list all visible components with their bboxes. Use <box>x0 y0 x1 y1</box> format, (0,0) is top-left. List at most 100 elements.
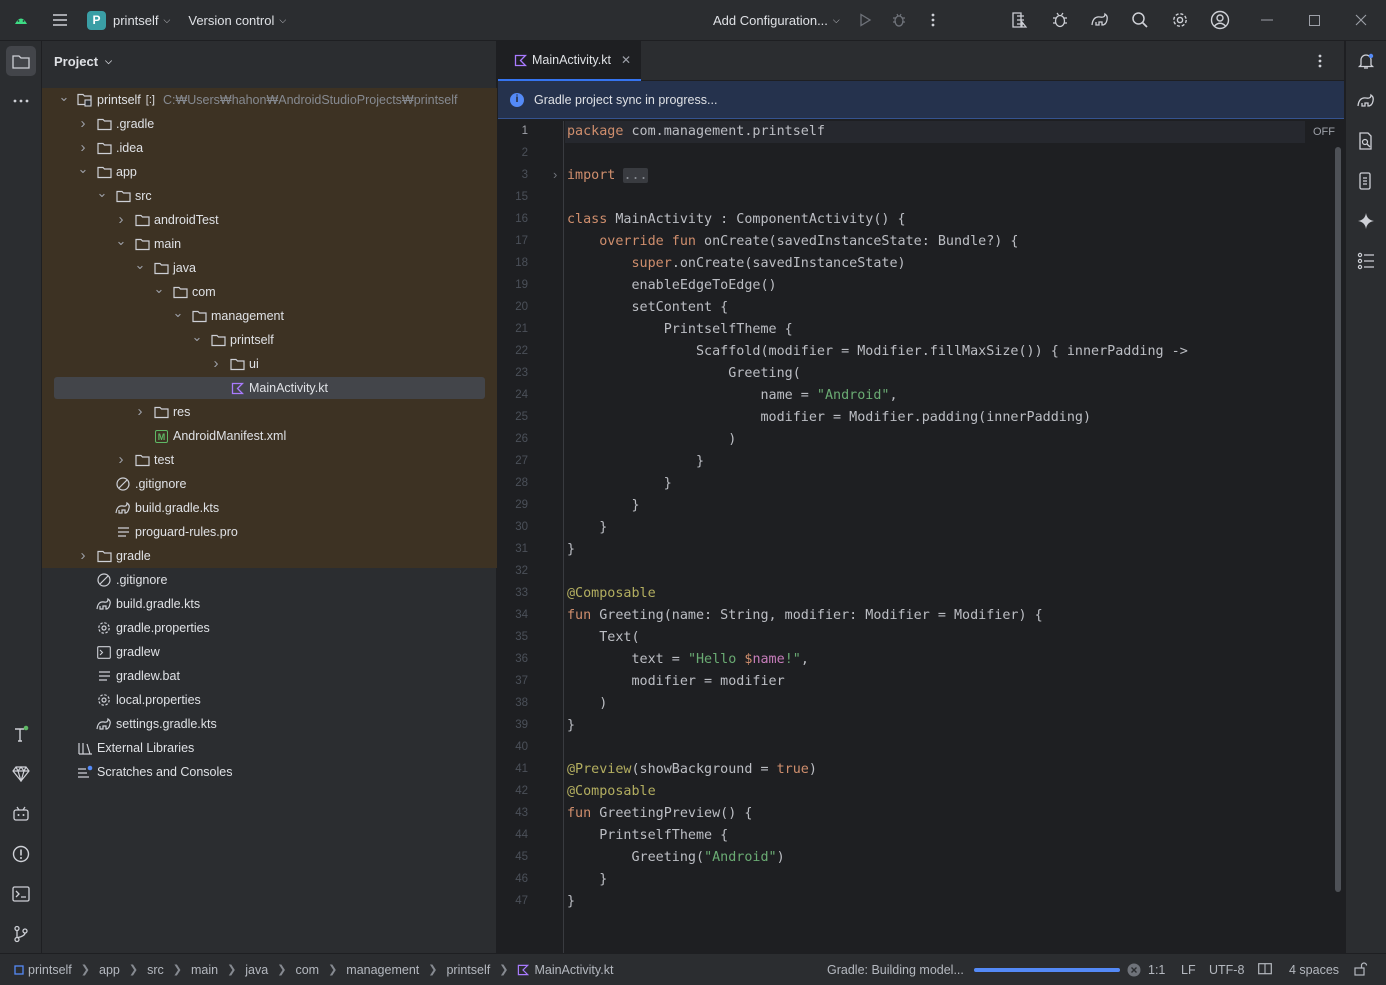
project-view-selector[interactable]: Project ⌵ <box>42 41 496 82</box>
chevron-right-icon[interactable]: › <box>132 403 148 420</box>
maximize-window-icon[interactable] <box>1300 6 1328 34</box>
running-devices-icon[interactable] <box>1351 166 1381 196</box>
tree-item[interactable]: › res <box>42 400 497 424</box>
chevron-right-icon[interactable]: › <box>75 139 91 156</box>
tree-item[interactable]: ⌄ app <box>42 160 497 184</box>
build-variants-icon[interactable] <box>6 719 36 749</box>
account-icon[interactable] <box>1206 6 1234 34</box>
tab-options-icon[interactable] <box>1318 54 1322 68</box>
structure-icon[interactable] <box>1351 246 1381 276</box>
tree-item[interactable]: › ui <box>42 352 497 376</box>
chevron-right-icon[interactable]: › <box>113 451 129 468</box>
more-actions-icon[interactable] <box>919 6 947 34</box>
breadcrumb-item[interactable]: java <box>245 963 268 977</box>
inspection-widget[interactable]: OFF <box>1313 126 1335 138</box>
chevron-down-icon[interactable]: ⌄ <box>113 233 129 249</box>
more-tool-windows-icon[interactable] <box>6 86 36 116</box>
code-editor[interactable]: 1 2 3 › 15 16 17 18 19 20 21 22 23 24 25 26 27 28 29 30 31 32… <box>498 121 1344 953</box>
tree-item[interactable]: M AndroidManifest.xml <box>42 424 497 448</box>
tree-item[interactable]: .gitignore <box>42 472 497 496</box>
breadcrumb-item[interactable]: printself <box>28 963 72 977</box>
tab-mainactivity[interactable]: MainActivity.kt ✕ <box>498 41 641 81</box>
chevron-right-icon[interactable]: › <box>113 211 129 228</box>
chevron-right-icon[interactable]: › <box>208 355 224 372</box>
chevron-down-icon[interactable]: ⌄ <box>75 161 91 177</box>
chevron-down-icon[interactable]: ⌄ <box>151 281 167 297</box>
editor-scrollbar[interactable] <box>1335 147 1341 892</box>
breadcrumb-item[interactable]: main <box>191 963 218 977</box>
run-icon[interactable] <box>851 6 879 34</box>
terminal-icon[interactable] <box>6 879 36 909</box>
caret-position[interactable]: 1:1 <box>1148 963 1165 977</box>
tree-item[interactable]: proguard-rules.pro <box>42 520 497 544</box>
tree-item[interactable]: gradlew <box>42 640 497 664</box>
gemini-icon[interactable] <box>6 759 36 789</box>
close-tab-icon[interactable]: ✕ <box>621 53 631 67</box>
notifications-icon[interactable] <box>1351 46 1381 76</box>
gradle-sync-icon[interactable] <box>1086 6 1114 34</box>
tree-item[interactable]: build.gradle.kts <box>42 496 497 520</box>
tree-item[interactable]: ⌄ java <box>42 256 497 280</box>
tree-item[interactable]: build.gradle.kts <box>42 592 497 616</box>
tree-item[interactable]: .gitignore <box>42 568 497 592</box>
breadcrumb-item[interactable]: printself <box>446 963 490 977</box>
gradle-elephant-icon[interactable] <box>1351 86 1381 116</box>
read-only-lock-icon[interactable] <box>1354 962 1368 976</box>
breadcrumb-item[interactable]: com <box>295 963 319 977</box>
tree-item[interactable]: › androidTest <box>42 208 497 232</box>
settings-gear-icon[interactable] <box>1166 6 1194 34</box>
fold-expand-icon[interactable]: › <box>553 167 557 182</box>
tree-item[interactable]: ⌄ printself [:] C:₩Users₩hahon₩AndroidStudi… <box>42 88 497 112</box>
git-icon[interactable] <box>6 919 36 949</box>
indent-setting[interactable]: 4 spaces <box>1289 963 1339 977</box>
breadcrumb-item[interactable]: app <box>99 963 120 977</box>
chevron-right-icon[interactable]: › <box>75 115 91 132</box>
breadcrumb-item[interactable]: management <box>346 963 419 977</box>
chevron-down-icon[interactable]: ⌄ <box>170 305 186 321</box>
chevron-down-icon[interactable]: ⌄ <box>132 257 148 273</box>
project-selector[interactable]: P printself ⌵ <box>87 0 170 41</box>
tree-item[interactable]: › test <box>42 448 497 472</box>
tree-item[interactable]: › gradle <box>42 544 497 568</box>
run-config-selector[interactable]: Add Configuration... ⌵ <box>713 0 840 41</box>
tree-item[interactable]: ⌄ printself <box>42 328 497 352</box>
breadcrumb-item[interactable]: src <box>147 963 164 977</box>
tree-item[interactable]: ⌄ src <box>42 184 497 208</box>
tree-item[interactable]: › .idea <box>42 136 497 160</box>
tree-item[interactable]: gradlew.bat <box>42 664 497 688</box>
close-window-icon[interactable] <box>1347 6 1375 34</box>
device-manager-icon[interactable] <box>6 799 36 829</box>
reader-mode-icon[interactable] <box>1258 963 1272 975</box>
tree-item[interactable]: local.properties <box>42 688 497 712</box>
project-folder-icon[interactable] <box>6 46 36 76</box>
chevron-down-icon[interactable]: ⌄ <box>94 185 110 201</box>
tree-item[interactable]: ⌄ main <box>42 232 497 256</box>
file-encoding[interactable]: UTF-8 <box>1209 963 1244 977</box>
tree-item[interactable]: gradle.properties <box>42 616 497 640</box>
vcs-menu[interactable]: Version control ⌵ <box>188 0 286 41</box>
search-icon[interactable] <box>1126 6 1154 34</box>
ai-assistant-icon[interactable] <box>1351 206 1381 236</box>
chevron-down-icon[interactable]: ⌄ <box>56 89 72 105</box>
device-file-explorer-icon[interactable] <box>1351 126 1381 156</box>
tree-item[interactable]: Scratches and Consoles <box>42 760 497 784</box>
tree-item[interactable]: › .gradle <box>42 112 497 136</box>
tree-item[interactable]: ⌄ com <box>42 280 497 304</box>
background-task[interactable]: Gradle: Building model... <box>827 963 1141 977</box>
line-separator[interactable]: LF <box>1181 963 1196 977</box>
cancel-task-icon[interactable] <box>1127 963 1141 977</box>
tree-item[interactable]: settings.gradle.kts <box>42 712 497 736</box>
code-line: Greeting( <box>567 366 801 381</box>
tree-item[interactable]: External Libraries <box>42 736 497 760</box>
tree-item[interactable]: ⌄ management <box>42 304 497 328</box>
minimize-window-icon[interactable] <box>1253 6 1281 34</box>
debug-icon[interactable] <box>885 6 913 34</box>
main-menu-icon[interactable] <box>46 6 74 34</box>
tree-item[interactable]: MainActivity.kt <box>42 376 497 400</box>
chevron-down-icon[interactable]: ⌄ <box>189 329 205 345</box>
app-inspection-icon[interactable] <box>1046 6 1074 34</box>
sdk-manager-icon[interactable] <box>1006 6 1034 34</box>
breadcrumb-item[interactable]: MainActivity.kt <box>534 963 613 977</box>
problems-icon[interactable] <box>6 839 36 869</box>
chevron-right-icon[interactable]: › <box>75 547 91 564</box>
